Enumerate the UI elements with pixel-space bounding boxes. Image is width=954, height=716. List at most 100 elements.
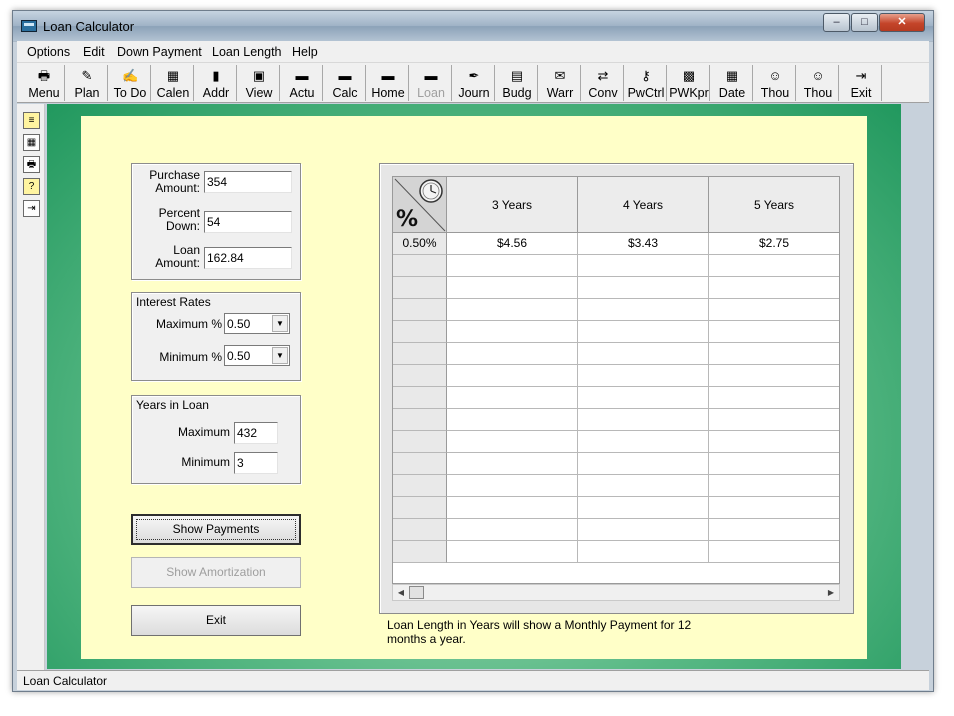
- grid-cell[interactable]: [709, 497, 839, 519]
- toolbar-button-calen[interactable]: ▦ Calen: [152, 65, 194, 101]
- grid-cell[interactable]: [447, 431, 578, 453]
- grid-cell[interactable]: [578, 475, 709, 497]
- toolbar-button-thou[interactable]: ☺ Thou: [754, 65, 796, 101]
- row-header[interactable]: [393, 299, 447, 321]
- max-years-field[interactable]: 432: [234, 422, 278, 444]
- note-icon[interactable]: ≡: [23, 112, 40, 129]
- grid-cell[interactable]: $2.75: [709, 233, 839, 255]
- grid-cell[interactable]: [447, 497, 578, 519]
- grid-cell[interactable]: [578, 277, 709, 299]
- menu-options[interactable]: Options: [27, 45, 70, 59]
- grid-cell[interactable]: $3.43: [578, 233, 709, 255]
- row-header[interactable]: [393, 541, 447, 563]
- grid-cell[interactable]: [709, 255, 839, 277]
- toolbar-button-home[interactable]: ▬ Home: [367, 65, 409, 101]
- grid-cell[interactable]: [578, 299, 709, 321]
- row-header[interactable]: [393, 497, 447, 519]
- grid-cell[interactable]: [447, 365, 578, 387]
- grid-cell[interactable]: [578, 541, 709, 563]
- row-header[interactable]: 0.50%: [393, 233, 447, 255]
- grid-cell[interactable]: [578, 409, 709, 431]
- menu-down-payment[interactable]: Down Payment: [117, 45, 202, 59]
- show-payments-button[interactable]: Show Payments: [131, 514, 301, 545]
- grid-cell[interactable]: [447, 299, 578, 321]
- close-button[interactable]: ✕: [879, 13, 925, 32]
- row-header[interactable]: [393, 431, 447, 453]
- help-icon[interactable]: ?: [23, 178, 40, 195]
- grid-cell[interactable]: [709, 299, 839, 321]
- menu-help[interactable]: Help: [292, 45, 318, 59]
- grid-cell[interactable]: [578, 431, 709, 453]
- min-rate-select[interactable]: 0.50 ▼: [224, 345, 290, 366]
- toolbar-button-plan[interactable]: ✎ Plan: [66, 65, 108, 101]
- grid-cell[interactable]: [709, 365, 839, 387]
- toolbar-button-date[interactable]: ▦ Date: [711, 65, 753, 101]
- row-header[interactable]: [393, 475, 447, 497]
- loan-amount-field[interactable]: 162.84: [204, 247, 292, 269]
- column-header[interactable]: 3 Years: [447, 177, 578, 233]
- grid-cell[interactable]: [709, 277, 839, 299]
- grid-cell[interactable]: [709, 343, 839, 365]
- printer-icon[interactable]: 🖶: [23, 156, 40, 173]
- row-header[interactable]: [393, 365, 447, 387]
- grid-cell[interactable]: [578, 343, 709, 365]
- row-header[interactable]: [393, 409, 447, 431]
- chevron-down-icon[interactable]: ▼: [272, 315, 288, 332]
- column-header[interactable]: 4 Years: [578, 177, 709, 233]
- toolbar-button-to-do[interactable]: ✍ To Do: [109, 65, 151, 101]
- grid-cell[interactable]: [447, 453, 578, 475]
- chevron-down-icon[interactable]: ▼: [272, 347, 288, 364]
- grid-cell[interactable]: [447, 475, 578, 497]
- exit-icon[interactable]: ⇥: [23, 200, 40, 217]
- toolbar-button-warr[interactable]: ✉ Warr: [539, 65, 581, 101]
- grid-cell[interactable]: [447, 343, 578, 365]
- toolbar-button-view[interactable]: ▣ View: [238, 65, 280, 101]
- grid-cell[interactable]: [447, 409, 578, 431]
- toolbar-button-conv[interactable]: ⇄ Conv: [582, 65, 624, 101]
- scroll-left-icon[interactable]: ◀: [394, 586, 408, 599]
- maximize-button[interactable]: □: [851, 13, 878, 32]
- toolbar-button-loan[interactable]: ▬ Loan: [410, 65, 452, 101]
- grid-cell[interactable]: [447, 519, 578, 541]
- horizontal-scrollbar[interactable]: ◀ ▶: [392, 584, 840, 601]
- row-header[interactable]: [393, 453, 447, 475]
- toolbar-button-calc[interactable]: ▬ Calc: [324, 65, 366, 101]
- grid-cell[interactable]: [709, 387, 839, 409]
- toolbar-button-actu[interactable]: ▬ Actu: [281, 65, 323, 101]
- toolbar-button-thou[interactable]: ☺ Thou: [797, 65, 839, 101]
- grid-cell[interactable]: [709, 541, 839, 563]
- percent-down-field[interactable]: 54: [204, 211, 292, 233]
- grid-cell[interactable]: [578, 453, 709, 475]
- menu-edit[interactable]: Edit: [83, 45, 105, 59]
- grid-cell[interactable]: [709, 453, 839, 475]
- grid-cell[interactable]: [709, 519, 839, 541]
- grid-cell[interactable]: [447, 541, 578, 563]
- grid-cell[interactable]: [709, 431, 839, 453]
- grid-cell[interactable]: [578, 497, 709, 519]
- column-header[interactable]: 5 Years: [709, 177, 839, 233]
- grid-cell[interactable]: $4.56: [447, 233, 578, 255]
- toolbar-button-journ[interactable]: ✒ Journ: [453, 65, 495, 101]
- row-header[interactable]: [393, 277, 447, 299]
- toolbar-button-addr[interactable]: ▮ Addr: [195, 65, 237, 101]
- scroll-thumb[interactable]: [409, 586, 424, 599]
- calculator-icon[interactable]: ▦: [23, 134, 40, 151]
- min-years-field[interactable]: 3: [234, 452, 278, 474]
- menu-loan-length[interactable]: Loan Length: [212, 45, 282, 59]
- grid-cell[interactable]: [578, 519, 709, 541]
- grid-cell[interactable]: [447, 321, 578, 343]
- toolbar-button-budg[interactable]: ▤ Budg: [496, 65, 538, 101]
- toolbar-button-pwkpr[interactable]: ▩ PWKpr: [668, 65, 710, 101]
- row-header[interactable]: [393, 519, 447, 541]
- grid-cell[interactable]: [709, 321, 839, 343]
- scroll-right-icon[interactable]: ▶: [824, 586, 838, 599]
- row-header[interactable]: [393, 321, 447, 343]
- toolbar-button-menu[interactable]: 🖶 Menu: [23, 65, 65, 101]
- toolbar-button-pwctrl[interactable]: ⚷ PwCtrl: [625, 65, 667, 101]
- payment-grid[interactable]: % 3 Years 4 Years 5 Years 0.50% $4.56 $3.43 $2…: [392, 176, 840, 584]
- grid-cell[interactable]: [447, 255, 578, 277]
- exit-button[interactable]: Exit: [131, 605, 301, 636]
- show-amortization-button[interactable]: Show Amortization: [131, 557, 301, 588]
- max-rate-select[interactable]: 0.50 ▼: [224, 313, 290, 334]
- grid-cell[interactable]: [447, 387, 578, 409]
